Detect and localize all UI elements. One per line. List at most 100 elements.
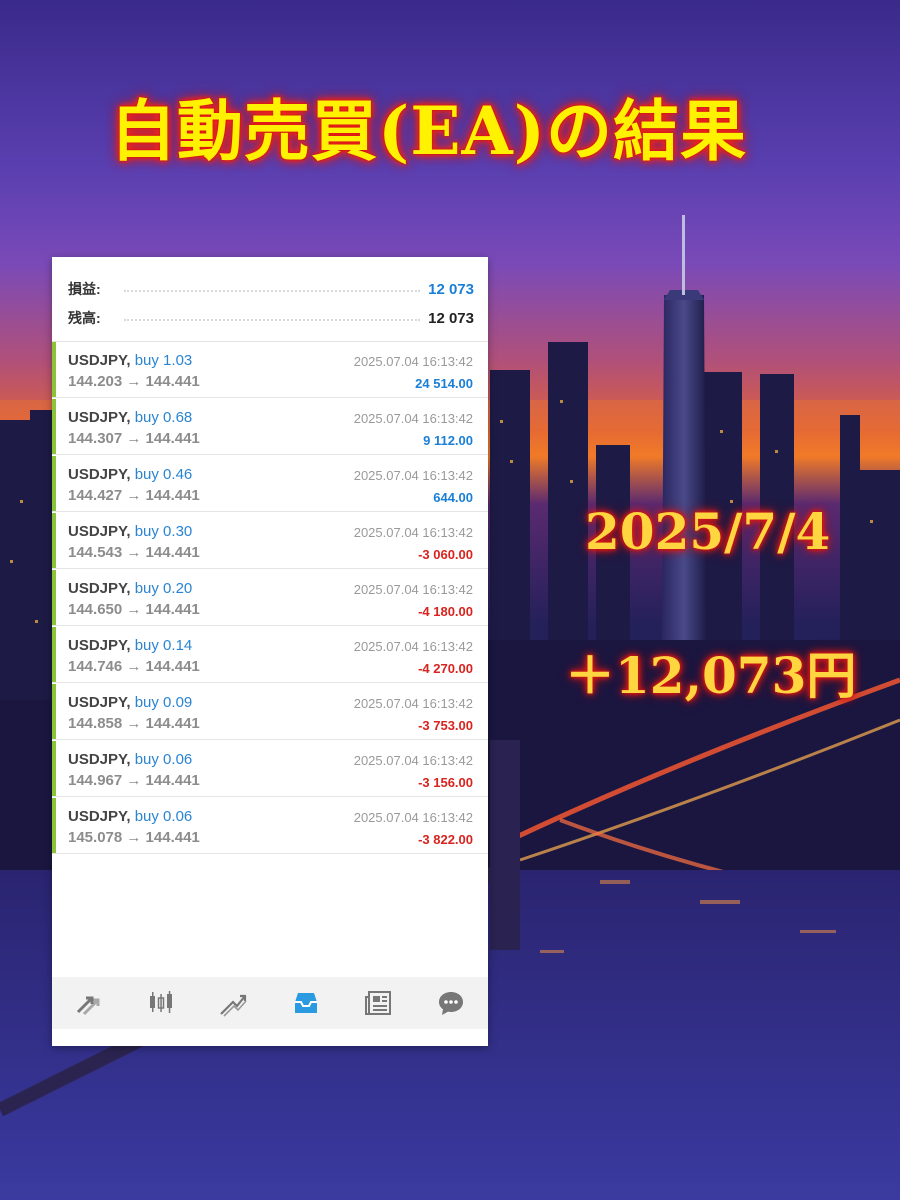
inbox-history-icon — [295, 993, 318, 1013]
trade-prices: 144.858 → 144.441 — [68, 715, 200, 732]
date-overlay: 2025/7/4 — [585, 502, 831, 561]
trade-lines-icon — [220, 994, 248, 1017]
symbol-text: USDJPY, — [68, 580, 131, 597]
row-divider — [52, 739, 488, 740]
symbol-text: USDJPY, — [68, 466, 131, 483]
trade-profit: -3 156.00 — [418, 775, 473, 790]
nav-history-button[interactable] — [270, 977, 343, 1029]
trade-time: 2025.07.04 16:13:42 — [353, 468, 473, 483]
trade-side-volume: buy 0.20 — [134, 580, 193, 597]
trade-time: 2025.07.04 16:13:42 — [353, 810, 473, 825]
trade-profit: -4 270.00 — [418, 661, 473, 676]
trade-symbol: USDJPY, buy 1.03 — [68, 352, 192, 369]
position-accent-bar — [52, 399, 56, 455]
row-divider — [52, 511, 488, 512]
trade-symbol: USDJPY, buy 0.09 — [68, 694, 192, 711]
trade-time: 2025.07.04 16:13:42 — [353, 753, 473, 768]
row-divider — [52, 796, 488, 797]
headline-title: 自動売買(EA)の結果 — [110, 92, 747, 170]
trade-symbol: USDJPY, buy 0.06 — [68, 808, 192, 825]
trade-prices: 144.967 → 144.441 — [68, 772, 200, 789]
dotted-leader — [124, 290, 421, 292]
nav-news-button[interactable] — [342, 977, 415, 1029]
news-icon — [364, 991, 391, 1015]
nav-trade-button[interactable] — [197, 977, 270, 1029]
row-divider — [52, 625, 488, 626]
trade-row[interactable]: USDJPY, buy 0.46 144.427 → 144.441 2025.07… — [52, 456, 488, 512]
trade-profit: -3 060.00 — [418, 547, 473, 562]
position-accent-bar — [52, 627, 56, 683]
trade-time: 2025.07.04 16:13:42 — [353, 525, 473, 540]
trade-side-volume: buy 0.14 — [134, 637, 193, 654]
trade-symbol: USDJPY, buy 0.30 — [68, 523, 192, 540]
position-accent-bar — [52, 342, 56, 398]
trade-prices: 144.307 → 144.441 — [68, 430, 200, 447]
trade-symbol: USDJPY, buy 0.14 — [68, 637, 192, 654]
trade-symbol: USDJPY, buy 0.46 — [68, 466, 192, 483]
nav-chart-button[interactable] — [125, 977, 198, 1029]
trade-profit: 644.00 — [433, 490, 473, 505]
trade-row[interactable]: USDJPY, buy 0.14 144.746 → 144.441 2025.07… — [52, 627, 488, 683]
trade-side-volume: buy 0.06 — [134, 808, 193, 825]
trade-profit: 24 514.00 — [415, 376, 473, 391]
summary-profit-row: 損益: 12 073 — [68, 277, 474, 301]
trade-row[interactable]: USDJPY, buy 0.06 145.078 → 144.441 2025.07… — [52, 798, 488, 854]
symbol-text: USDJPY, — [68, 523, 131, 540]
profit-value: 12 073 — [428, 280, 474, 298]
trade-side-volume: buy 0.09 — [134, 694, 193, 711]
position-accent-bar — [52, 456, 56, 512]
position-accent-bar — [52, 513, 56, 569]
profit-overlay: ＋12,073円 — [565, 646, 857, 705]
trade-time: 2025.07.04 16:13:42 — [353, 582, 473, 597]
bottom-navigation-bar — [52, 977, 488, 1029]
trade-side-volume: buy 1.03 — [134, 352, 193, 369]
trade-row[interactable]: USDJPY, buy 0.30 144.543 → 144.441 2025.07… — [52, 513, 488, 569]
trade-prices: 144.746 → 144.441 — [68, 658, 200, 675]
symbol-text: USDJPY, — [68, 409, 131, 426]
quotes-arrows-icon — [77, 996, 100, 1016]
trade-profit: -3 822.00 — [418, 832, 473, 847]
trade-prices: 144.203 → 144.441 — [68, 373, 200, 390]
trade-row[interactable]: USDJPY, buy 0.06 144.967 → 144.441 2025.07… — [52, 741, 488, 797]
profit-label: 損益: — [68, 281, 101, 297]
trade-time: 2025.07.04 16:13:42 — [353, 354, 473, 369]
row-divider — [52, 397, 488, 398]
balance-value: 12 073 — [428, 309, 474, 327]
dotted-leader — [124, 319, 421, 321]
trade-prices: 145.078 → 144.441 — [68, 829, 200, 846]
trade-symbol: USDJPY, buy 0.06 — [68, 751, 192, 768]
trade-prices: 144.543 → 144.441 — [68, 544, 200, 561]
candlestick-chart-icon — [149, 991, 172, 1013]
symbol-text: USDJPY, — [68, 751, 131, 768]
symbol-text: USDJPY, — [68, 637, 131, 654]
summary-balance-row: 残高: 12 073 — [68, 306, 474, 330]
trade-side-volume: buy 0.30 — [134, 523, 193, 540]
position-accent-bar — [52, 684, 56, 740]
trade-side-volume: buy 0.06 — [134, 751, 193, 768]
row-divider — [52, 682, 488, 683]
symbol-text: USDJPY, — [68, 808, 131, 825]
trade-symbol: USDJPY, buy 0.20 — [68, 580, 192, 597]
trade-history-panel: 損益: 12 073 残高: 12 073 USDJPY, buy 1.03 14… — [52, 257, 488, 1046]
trade-profit: -4 180.00 — [418, 604, 473, 619]
position-accent-bar — [52, 798, 56, 854]
chat-bubble-icon — [439, 992, 464, 1015]
trade-time: 2025.07.04 16:13:42 — [353, 411, 473, 426]
position-accent-bar — [52, 570, 56, 626]
trade-row[interactable]: USDJPY, buy 0.09 144.858 → 144.441 2025.07… — [52, 684, 488, 740]
trade-side-volume: buy 0.46 — [134, 466, 193, 483]
nav-chat-button[interactable] — [415, 977, 488, 1029]
trade-time: 2025.07.04 16:13:42 — [353, 639, 473, 654]
symbol-text: USDJPY, — [68, 352, 131, 369]
trade-prices: 144.427 → 144.441 — [68, 487, 200, 504]
trade-row[interactable]: USDJPY, buy 0.68 144.307 → 144.441 2025.07… — [52, 399, 488, 455]
row-divider — [52, 568, 488, 569]
trade-side-volume: buy 0.68 — [134, 409, 193, 426]
nav-quotes-button[interactable] — [52, 977, 125, 1029]
row-divider — [52, 853, 488, 854]
trade-profit: 9 112.00 — [423, 433, 473, 448]
row-divider — [52, 454, 488, 455]
trade-row[interactable]: USDJPY, buy 1.03 144.203 → 144.441 2025.07… — [52, 342, 488, 398]
trade-symbol: USDJPY, buy 0.68 — [68, 409, 192, 426]
trade-row[interactable]: USDJPY, buy 0.20 144.650 → 144.441 2025.07… — [52, 570, 488, 626]
